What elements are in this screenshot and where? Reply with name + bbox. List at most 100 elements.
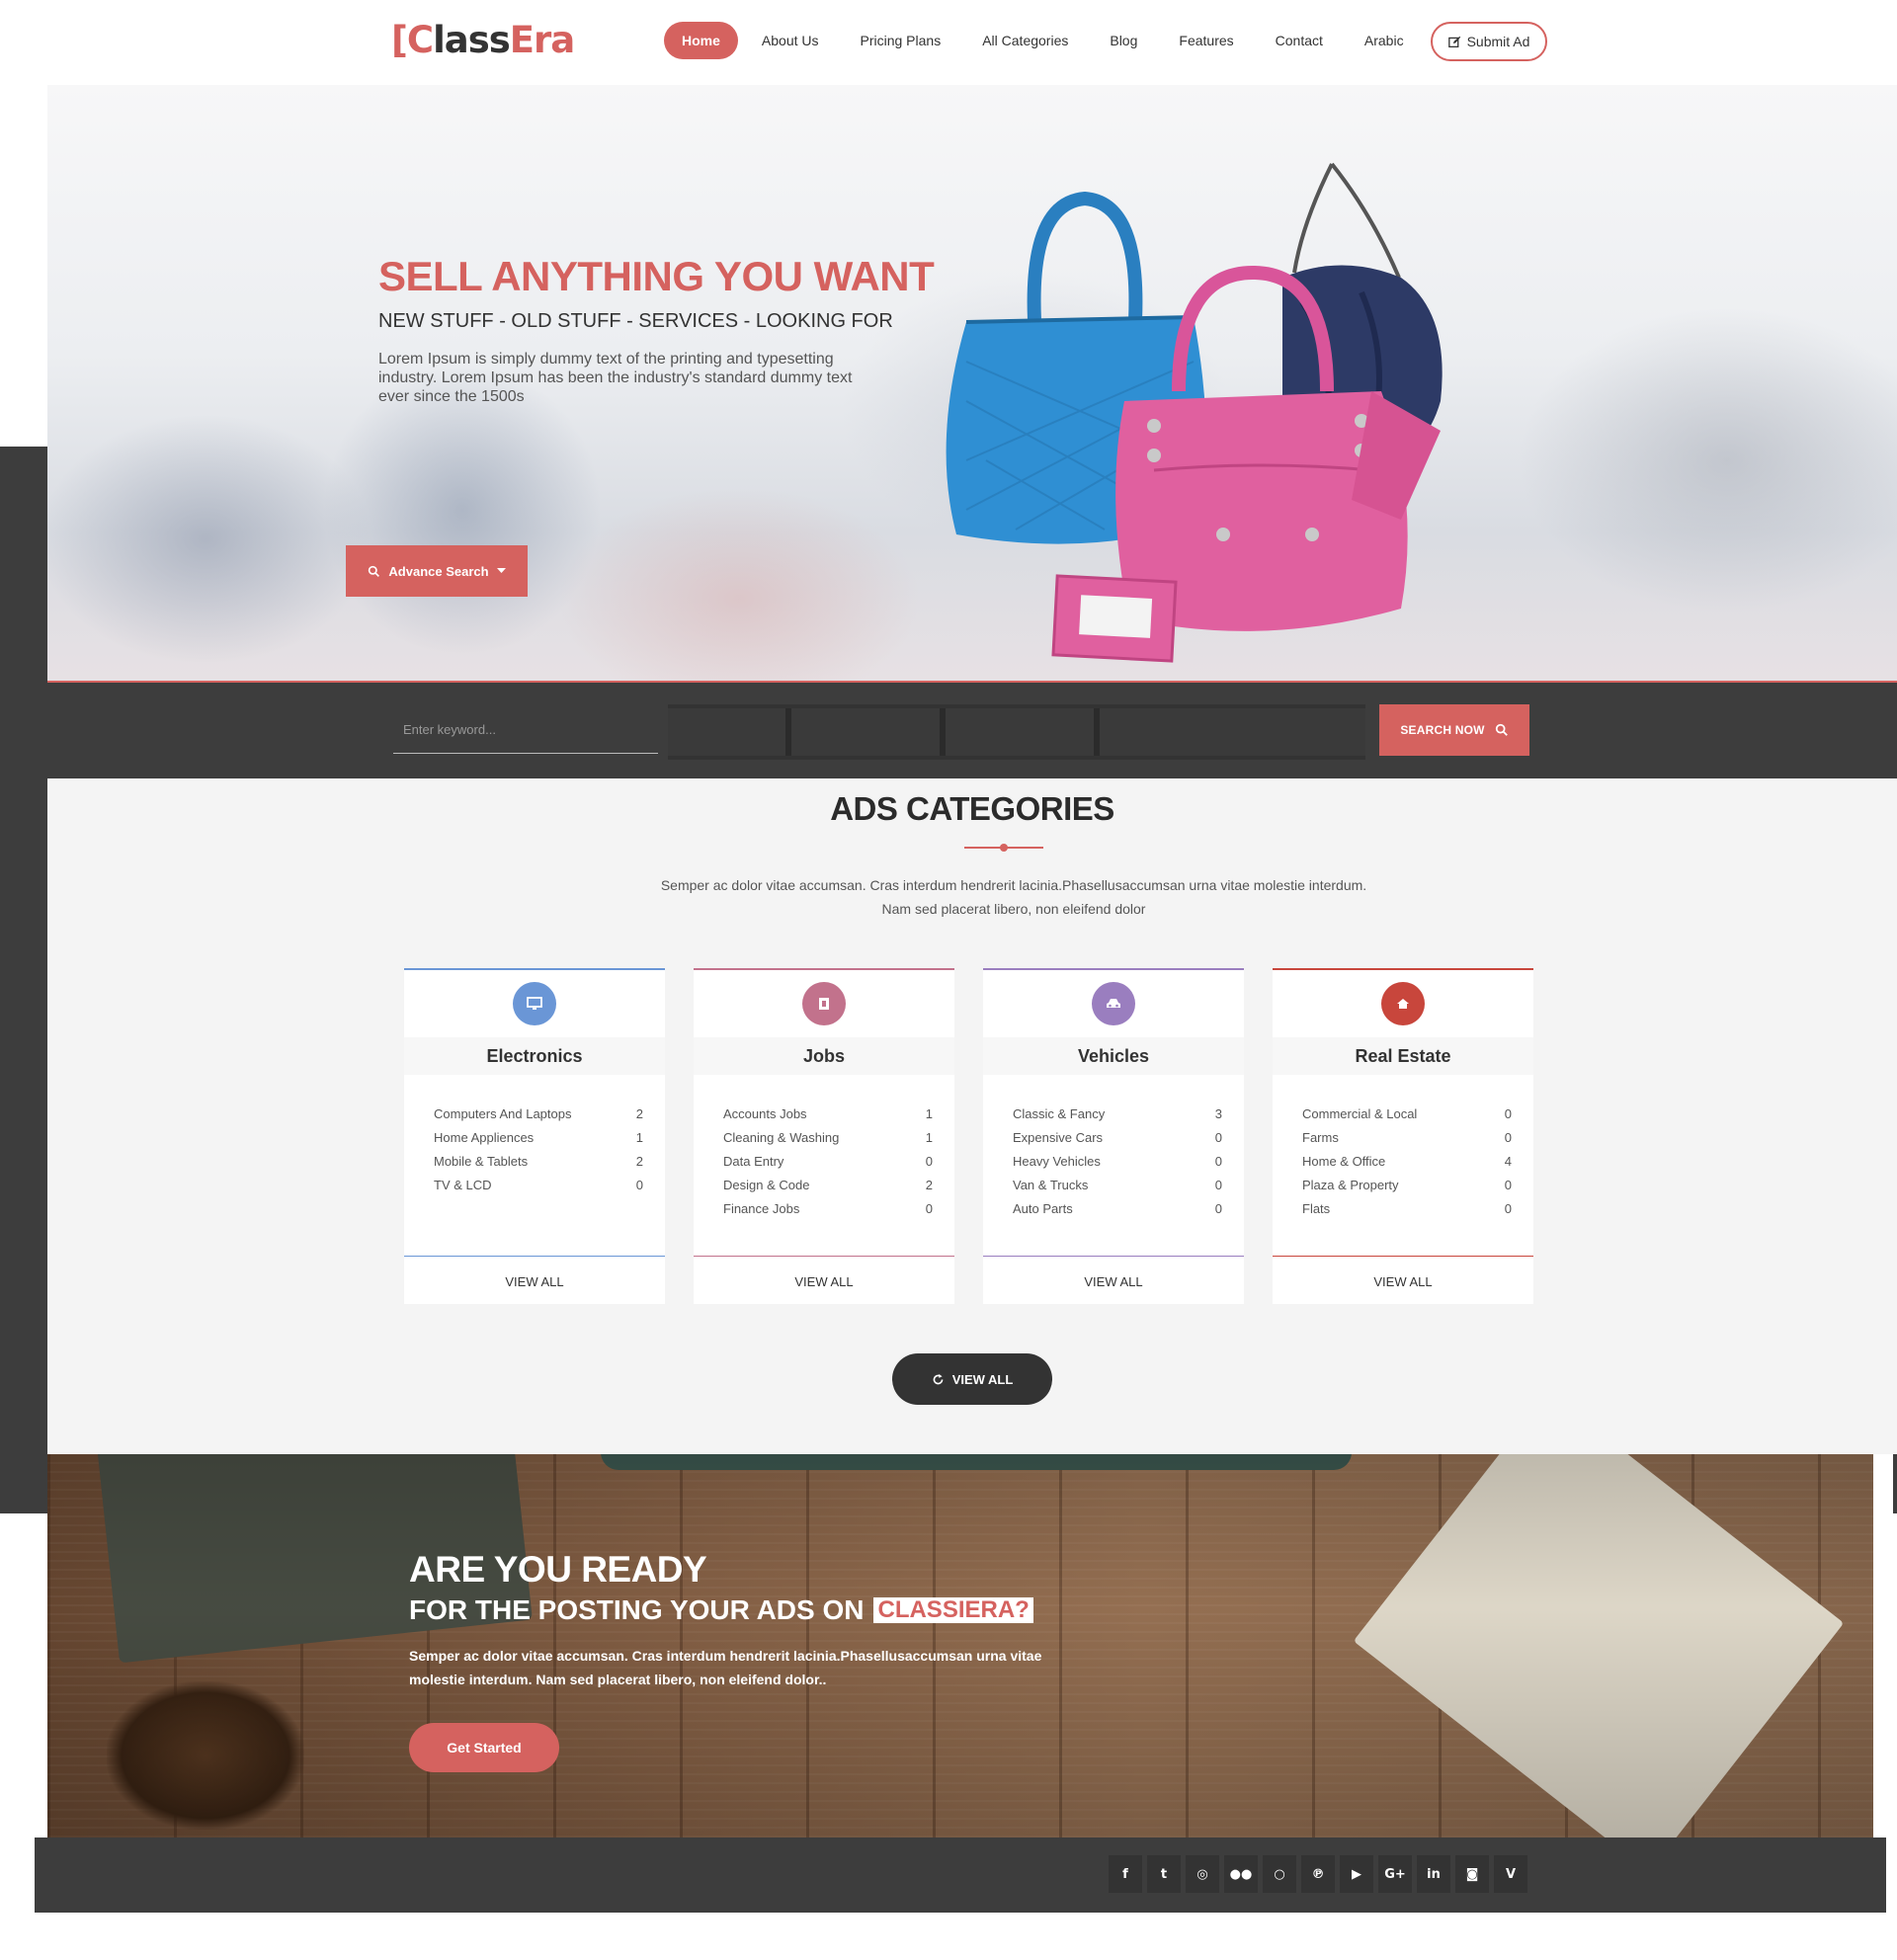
cta-highlight: CLASSIERA? [873, 1597, 1033, 1623]
subcategory-item[interactable]: Expensive Cars 0 [1013, 1126, 1222, 1150]
category-name: Electronics [404, 1037, 665, 1075]
pinterest-icon[interactable]: ℗ [1301, 1855, 1335, 1893]
subcategory-item[interactable]: Auto Parts 0 [1013, 1197, 1222, 1221]
site-logo[interactable]: [C lass Era [391, 18, 575, 61]
subcategory-item[interactable]: Flats 0 [1302, 1197, 1512, 1221]
view-all-electronics-button[interactable]: VIEW ALL [404, 1256, 665, 1306]
search-filters [668, 704, 1365, 760]
subcategory-item[interactable]: Home Appliences 1 [434, 1126, 643, 1150]
submit-ad-label: Submit Ad [1466, 34, 1530, 49]
cta-subtitle-text: FOR THE POSTING YOUR ADS ON [409, 1594, 865, 1625]
search-now-label: SEARCH NOW [1400, 723, 1485, 737]
dribbble-icon[interactable]: ◎ [1186, 1855, 1219, 1893]
keyword-input[interactable] [393, 706, 658, 754]
view-all-categories-button[interactable]: VIEW ALL [892, 1353, 1052, 1405]
view-all-real-estate-button[interactable]: VIEW ALL [1273, 1256, 1533, 1306]
google-plus-icon[interactable]: G+ [1378, 1855, 1412, 1893]
hero-banner: SELL ANYTHING YOU WANT NEW STUFF - OLD S… [47, 85, 1897, 682]
twitter-icon[interactable]: t [1147, 1855, 1181, 1893]
ads-categories-section: ADS CATEGORIES Semper ac dolor vitae acc… [47, 778, 1897, 1454]
nav-features[interactable]: Features [1159, 22, 1253, 59]
subcategory-list: Classic & Fancy 3 Expensive Cars 0 Heavy V… [1013, 1102, 1222, 1221]
view-all-vehicles-button[interactable]: VIEW ALL [983, 1256, 1244, 1306]
subcategory-item[interactable]: Plaza & Property 0 [1302, 1174, 1512, 1197]
search-icon [1495, 723, 1508, 736]
handbags-image [946, 162, 1443, 663]
title-divider [964, 844, 1043, 852]
nav-home[interactable]: Home [664, 22, 738, 59]
facebook-icon[interactable]: f [1109, 1855, 1142, 1893]
categories-description: Semper ac dolor vitae accumsan. Cras int… [660, 877, 1367, 917]
category-name: Vehicles [983, 1037, 1244, 1075]
cta-title: ARE YOU READY [409, 1549, 707, 1590]
youtube-icon[interactable]: ▶ [1340, 1855, 1373, 1893]
search-icon [369, 565, 380, 577]
category-name: Real Estate [1273, 1037, 1533, 1075]
categories-title: ADS CATEGORIES [830, 790, 1114, 827]
cta-section: ARE YOU READY FOR THE POSTING YOUR ADS O… [47, 1454, 1873, 1838]
footer-bar [35, 1838, 1886, 1913]
edit-icon [1447, 36, 1460, 47]
hero-title: SELL ANYTHING YOU WANT [378, 253, 935, 299]
subcategory-item[interactable]: Finance Jobs 0 [723, 1197, 933, 1221]
view-all-label: VIEW ALL [951, 1371, 1014, 1387]
nav-arabic[interactable]: Arabic [1345, 22, 1424, 59]
subcategory-item[interactable]: Commercial & Local 0 [1302, 1102, 1512, 1126]
advance-search-label: Advance Search [388, 563, 489, 579]
filter-select-3[interactable] [946, 708, 1100, 756]
category-card-vehicles: Vehicles Classic & Fancy 3 Expensive Cars… [983, 968, 1244, 1304]
filter-select-2[interactable] [791, 708, 946, 756]
subcategory-item[interactable]: Heavy Vehicles 0 [1013, 1150, 1222, 1174]
category-card-real-estate: Real Estate Commercial & Local 0 Farms 0 H… [1273, 968, 1533, 1304]
main-nav: Home About Us Pricing Plans All Categori… [664, 22, 1426, 59]
refresh-icon [933, 1373, 944, 1384]
subcategory-list: Computers And Laptops 2 Home Appliences 1 … [434, 1102, 643, 1197]
subcategory-item[interactable]: TV & LCD 0 [434, 1174, 643, 1197]
logo-part-lass: lass [433, 18, 511, 61]
subcategory-item[interactable]: Computers And Laptops 2 [434, 1102, 643, 1126]
search-bar: SEARCH NOW [47, 683, 1897, 778]
subcategory-item[interactable]: Classic & Fancy 3 [1013, 1102, 1222, 1126]
subcategory-item[interactable]: Farms 0 [1302, 1126, 1512, 1150]
subcategory-item[interactable]: Home & Office 4 [1302, 1150, 1512, 1174]
nav-blog[interactable]: Blog [1090, 22, 1157, 59]
subcategory-item[interactable]: Mobile & Tablets 2 [434, 1150, 643, 1174]
car-icon [1092, 982, 1135, 1025]
advance-search-button[interactable]: Advance Search [346, 545, 528, 597]
subcategory-list: Accounts Jobs 1 Cleaning & Washing 1 Data … [723, 1102, 933, 1221]
category-card-electronics: Electronics Computers And Laptops 2 Home … [404, 968, 665, 1304]
category-name: Jobs [694, 1037, 954, 1075]
vimeo-icon[interactable]: V [1494, 1855, 1527, 1893]
caret-down-icon [496, 568, 506, 573]
instagram-icon[interactable]: ◙ [1455, 1855, 1489, 1893]
filter-select-4[interactable] [1100, 708, 1365, 756]
logo-part-era: Era [509, 18, 575, 61]
site-header: [C lass Era Home About Us Pricing Plans Al… [0, 0, 1897, 85]
subcategory-list: Commercial & Local 0 Farms 0 Home & Office… [1302, 1102, 1512, 1221]
nav-all-categories[interactable]: All Categories [962, 22, 1088, 59]
subcategory-item[interactable]: Cleaning & Washing 1 [723, 1126, 933, 1150]
github-icon[interactable]: ○ [1263, 1855, 1296, 1893]
linkedin-icon[interactable]: in [1417, 1855, 1450, 1893]
flickr-icon[interactable]: ●● [1224, 1855, 1258, 1893]
search-now-button[interactable]: SEARCH NOW [1379, 704, 1529, 756]
nav-pricing-plans[interactable]: Pricing Plans [841, 22, 961, 59]
hero-subtitle: NEW STUFF - OLD STUFF - SERVICES - LOOKI… [378, 310, 893, 332]
nav-contact[interactable]: Contact [1256, 22, 1343, 59]
home-icon [1381, 982, 1425, 1025]
id-card-icon [802, 982, 846, 1025]
category-card-jobs: Jobs Accounts Jobs 1 Cleaning & Washing 1 … [694, 968, 954, 1304]
monitor-icon [513, 982, 556, 1025]
subcategory-item[interactable]: Van & Trucks 0 [1013, 1174, 1222, 1197]
subcategory-item[interactable]: Accounts Jobs 1 [723, 1102, 933, 1126]
get-started-button[interactable]: Get Started [409, 1723, 559, 1772]
submit-ad-button[interactable]: Submit Ad [1431, 22, 1547, 61]
social-links: f t ◎ ●● ○ ℗ ▶ G+ in ◙ V [1109, 1855, 1527, 1893]
subcategory-item[interactable]: Data Entry 0 [723, 1150, 933, 1174]
subcategory-item[interactable]: Design & Code 2 [723, 1174, 933, 1197]
filter-select-1[interactable] [668, 708, 791, 756]
cta-subtitle: FOR THE POSTING YOUR ADS ON CLASSIERA? [409, 1594, 1033, 1626]
view-all-jobs-button[interactable]: VIEW ALL [694, 1256, 954, 1306]
nav-about-us[interactable]: About Us [742, 22, 839, 59]
cta-text: Semper ac dolor vitae accumsan. Cras int… [409, 1648, 1042, 1687]
